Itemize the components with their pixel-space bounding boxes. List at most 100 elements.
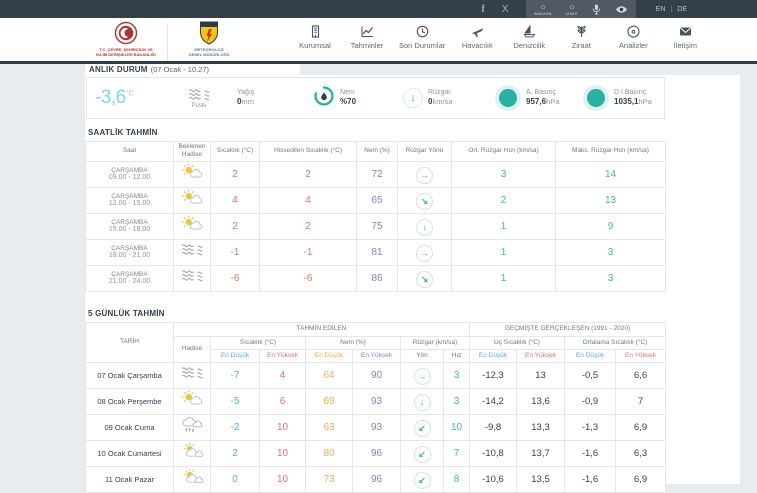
nav-item-i-leti-im[interactable]: İletişim: [665, 25, 705, 50]
weather-condition-icon: [173, 264, 211, 292]
average-min-cell: -1,6: [564, 439, 616, 467]
wind-speed-cell: 3: [443, 387, 470, 415]
accessibility-eye-icon[interactable]: [615, 5, 628, 14]
weather-condition-icon: [173, 465, 211, 493]
wind-arrow-icon: →: [413, 367, 431, 385]
extreme-max-cell: 13,3: [516, 413, 565, 441]
nav-item-denizcilik[interactable]: Denizcilik: [509, 25, 549, 50]
x-twitter-icon[interactable]: X: [494, 4, 516, 15]
date-cell: 09 Ocak Cuma: [85, 413, 174, 441]
compass-icon: [627, 25, 640, 38]
ministry-emblem-icon: [114, 21, 138, 45]
lang-de[interactable]: DE: [677, 6, 687, 13]
humidity-gauge-icon: [313, 85, 335, 112]
city-weather-shortcut-izmir[interactable]: ☼ İZMİR: [566, 1, 578, 16]
pressure-dot-icon: [499, 89, 517, 107]
avg-wind-cell: 1: [451, 238, 556, 266]
wind-arrow-icon: ↙: [413, 445, 431, 463]
nav-item-tahminler[interactable]: Tahminler: [347, 25, 387, 50]
wind-direction-cell: ↓: [397, 212, 452, 240]
wind-speed-cell: 7: [443, 439, 470, 467]
sun-icon: ☼: [568, 1, 576, 11]
temperature-cell: -1: [210, 238, 260, 266]
weather-condition-icon: [173, 160, 211, 188]
nav-item-ziraat[interactable]: Ziraat: [561, 25, 601, 50]
avg-wind-cell: 1: [451, 264, 556, 292]
facebook-icon[interactable]: f: [472, 4, 494, 15]
ministry-logo[interactable]: T.C. ÇEVRE, ŞEHİRCİLİK VE İKLİM DEĞİŞİKL…: [95, 21, 157, 57]
daily-row: 07 Ocak Çarşamba -7 4 64 90 → 3 -12,3 13 -0,5 6,6: [85, 361, 666, 389]
nav-item-kurumsal[interactable]: Kurumsal: [295, 25, 335, 50]
hourly-section-title: SAATLİK TAHMİN: [88, 128, 158, 137]
lang-en[interactable]: EN: [656, 6, 666, 13]
time-slot: ÇARŞAMBA 15.00 - 18.00: [85, 212, 174, 240]
max-wind-cell: 14: [555, 160, 666, 188]
content-card: -3,6°C Puslu Yağış 0mm Nem %70 ↓ Rüzgar: [85, 75, 740, 493]
date-cell: 10 Ocak Cumartesi: [85, 439, 174, 467]
language-switch: EN | DE: [655, 5, 687, 13]
temp-min-cell: 2: [210, 439, 260, 467]
average-max-cell: 6,9: [615, 465, 666, 493]
nav-item-son-durumlar[interactable]: Son Durumlar: [399, 25, 445, 50]
nav-label: Analizler: [618, 41, 648, 50]
temp-max-cell: 4: [259, 361, 306, 389]
time-slot: ÇARŞAMBA 18.00 - 21.00: [85, 238, 174, 266]
nav-label: Denizcilik: [513, 41, 546, 50]
temperature-cell: 2: [210, 160, 260, 188]
wind-speed-cell: 10: [443, 413, 470, 441]
daily-row: 08 Ocak Perşembe -5 6 69 93 ↓ 3 -14,2 13,6 -0,9 7: [85, 387, 666, 415]
humidity-min-cell: 80: [305, 439, 353, 467]
topbar: f X ☼ ANKARA ☼ İZMİR EN | DE: [0, 0, 757, 18]
average-max-cell: 6,6: [615, 361, 666, 389]
nav-label: İletişim: [673, 41, 697, 50]
max-wind-cell: 9: [555, 212, 666, 240]
humidity-cell: 72: [356, 160, 398, 188]
wind-arrow-icon: ↓: [416, 218, 433, 236]
wind-direction-cell: ↙: [400, 413, 444, 441]
extreme-min-cell: -10,6: [469, 465, 517, 493]
wind-direction-cell: ↘: [397, 264, 452, 292]
daily-section-title: 5 GÜNLÜK TAHMİN: [88, 308, 165, 318]
weather-condition-icon: [173, 387, 211, 415]
wind-direction-cell: ↘: [397, 186, 452, 214]
daily-group-header-row: TARİH TAHMİN EDİLEN GEÇMİŞTE GERÇEKLEŞEN…: [85, 321, 666, 363]
extreme-max-cell: 13,7: [516, 439, 565, 467]
nav-item-analizler[interactable]: Analizler: [613, 25, 653, 50]
temperature-cell: 2: [210, 212, 260, 240]
wind-direction-cell: →: [400, 361, 444, 389]
average-min-cell: -1,3: [564, 413, 616, 441]
wind-direction-cell: →: [397, 160, 452, 188]
wheat-icon: [575, 25, 588, 38]
weather-condition-icon: [173, 361, 211, 389]
daily-forecast-table: TARİH TAHMİN EDİLEN GEÇMİŞTE GERÇEKLEŞEN…: [85, 321, 666, 493]
clock-icon: [416, 25, 429, 38]
weather-condition-icon: [173, 238, 211, 266]
wind-direction-cell: ↙: [400, 465, 444, 493]
current-pressure: A. Basınç 957,6hPa: [495, 89, 583, 108]
humidity-max-cell: 93: [352, 387, 401, 415]
avg-wind-cell: 3: [451, 160, 556, 188]
feels-like-cell: 4: [259, 186, 357, 214]
feels-like-cell: -6: [259, 264, 357, 292]
weather-condition-icon: [173, 439, 211, 467]
extreme-max-cell: 13: [516, 361, 565, 389]
average-min-cell: -0,5: [564, 361, 616, 389]
wind-direction-cell: ↙: [400, 439, 444, 467]
humidity-min-cell: 64: [305, 361, 353, 389]
microphone-icon[interactable]: [592, 4, 601, 15]
humidity-min-cell: 69: [305, 387, 353, 415]
current-condition: Puslu: [163, 87, 235, 109]
logo-divider: [167, 23, 168, 63]
avg-wind-cell: 2: [451, 186, 556, 214]
mgm-logo[interactable]: METEOROLOJİ GENEL MÜDÜRLÜĞÜ: [178, 21, 240, 57]
temp-min-cell: 0: [210, 465, 260, 493]
nav-item-havac-l-k[interactable]: Havacılık: [457, 25, 497, 50]
wind-arrow-icon: ↙: [413, 471, 431, 489]
average-max-cell: 6,9: [615, 413, 666, 441]
city-weather-shortcut-ankara[interactable]: ☼ ANKARA: [534, 2, 552, 16]
humidity-cell: 75: [356, 212, 398, 240]
main-nav: Kurumsal Tahminler Son Durumlar Havacılık De…: [295, 25, 705, 50]
nav-label: Havacılık: [461, 41, 493, 50]
humidity-cell: 65: [356, 186, 398, 214]
average-min-cell: -0,9: [564, 387, 616, 415]
